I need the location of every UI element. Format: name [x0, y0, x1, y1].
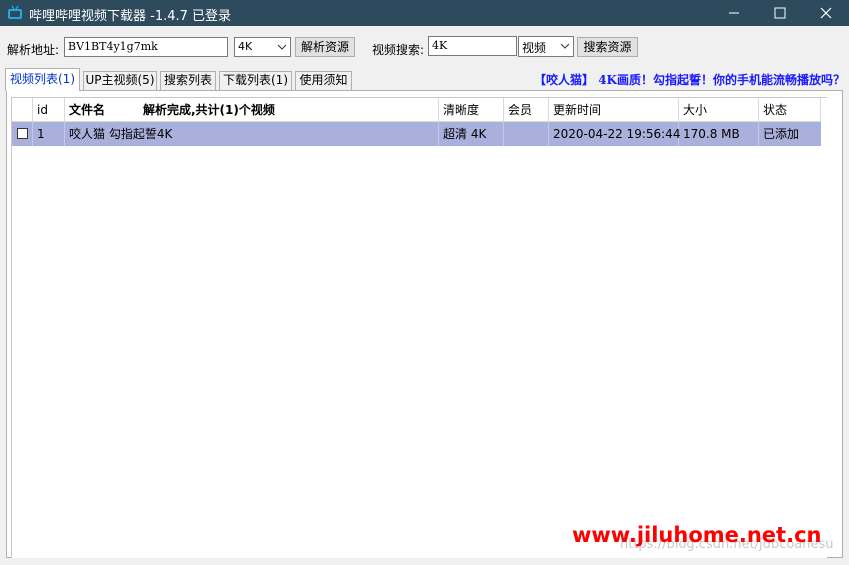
row-size: 170.8 MB	[679, 122, 759, 146]
parse-address-label: 解析地址:	[7, 43, 60, 57]
search-type-select-value: 视频	[522, 41, 547, 55]
promo-notice[interactable]: 【咬人猫】 4K画质！勾指起誓！你的手机能流畅播放吗？	[505, 71, 845, 88]
row-updated: 2020-04-22 19:56:44	[549, 122, 680, 146]
video-search-input[interactable]: 4K	[428, 36, 517, 56]
tab-usage-notes[interactable]: 使用须知	[295, 71, 352, 90]
row-select-cell	[12, 122, 33, 146]
tab-download-list[interactable]: 下载列表(1)	[219, 71, 292, 90]
tab-video-list[interactable]: 视频列表(1)	[5, 68, 80, 91]
video-list-panel: id 文件名 解析完成,共计(1)个视频 清晰度 会员 更新时间 大小 状态 1…	[6, 90, 843, 558]
column-header-id[interactable]: id	[33, 98, 65, 122]
maximize-icon	[774, 7, 786, 19]
window-title: 哔哩哔哩视频下载器 -1.4.7 已登录	[29, 9, 232, 24]
chevron-down-icon	[277, 44, 287, 50]
quality-select[interactable]: 4K	[234, 37, 291, 57]
tv-icon	[8, 5, 22, 19]
row-filename: 咬人猫 勾指起誓4K	[65, 122, 439, 146]
minimize-button[interactable]	[711, 0, 757, 26]
column-header-size[interactable]: 大小	[679, 98, 759, 122]
video-table: id 文件名 解析完成,共计(1)个视频 清晰度 会员 更新时间 大小 状态 1…	[11, 97, 827, 558]
column-header-status[interactable]: 状态	[759, 98, 821, 122]
parse-status-text: 解析完成,共计(1)个视频	[143, 103, 275, 117]
title-bar: 哔哩哔哩视频下载器 -1.4.7 已登录	[0, 0, 849, 26]
close-button[interactable]	[803, 0, 849, 26]
maximize-button[interactable]	[757, 0, 803, 26]
search-button[interactable]: 搜索资源	[577, 37, 638, 57]
search-type-select[interactable]: 视频	[518, 36, 574, 57]
column-header-updated[interactable]: 更新时间	[549, 98, 679, 122]
column-header-filename[interactable]: 文件名 解析完成,共计(1)个视频	[65, 98, 439, 122]
column-header-filename-label: 文件名	[69, 103, 106, 117]
parse-button[interactable]: 解析资源	[295, 37, 355, 57]
parse-address-input[interactable]: BV1BT4y1g7mk	[64, 37, 228, 57]
row-status: 已添加	[763, 127, 800, 141]
column-header-quality[interactable]: 清晰度	[439, 98, 504, 122]
row-id: 1	[33, 122, 65, 146]
column-header-select[interactable]	[12, 98, 33, 122]
quality-select-value: 4K	[238, 40, 253, 53]
row-quality: 超清 4K	[439, 122, 504, 146]
tab-uploader-videos[interactable]: UP主视频(5)	[83, 71, 157, 90]
chevron-down-icon	[560, 43, 570, 49]
row-vip	[504, 122, 549, 146]
video-search-label: 视频搜索:	[372, 43, 425, 57]
row-checkbox[interactable]	[17, 128, 28, 139]
minimize-icon	[729, 12, 739, 14]
tab-search-list[interactable]: 搜索列表	[160, 71, 216, 90]
close-icon	[820, 7, 832, 19]
column-header-vip[interactable]: 会员	[504, 98, 549, 122]
site-watermark: www.jiluhome.net.cn	[572, 523, 822, 547]
table-row[interactable]: 1 咬人猫 勾指起誓4K 超清 4K 2020-04-22 19:56:44 1…	[12, 122, 821, 146]
